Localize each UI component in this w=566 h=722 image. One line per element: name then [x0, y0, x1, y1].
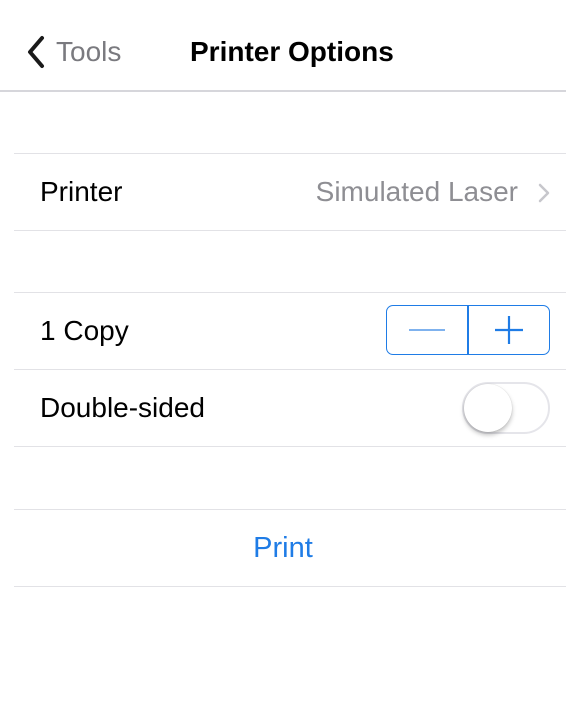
decrement-button[interactable]	[387, 306, 467, 354]
print-button[interactable]: Print	[0, 510, 566, 586]
double-sided-toggle[interactable]	[462, 382, 550, 434]
separator	[14, 586, 566, 587]
plus-icon	[494, 316, 523, 344]
copies-row: 1 Copy	[14, 293, 566, 369]
printer-value: Simulated Laser	[315, 176, 518, 207]
back-button-label: Tools	[56, 36, 122, 67]
printer-options-screen: Tools Printer Options Printer Simulated …	[0, 0, 566, 722]
double-sided-label: Double-sided	[40, 392, 205, 423]
back-button[interactable]: Tools	[24, 32, 121, 72]
separator	[14, 446, 566, 447]
copies-stepper	[386, 305, 550, 355]
increment-button[interactable]	[469, 306, 549, 354]
chevron-left-icon	[28, 36, 44, 68]
copies-label: 1 Copy	[40, 315, 129, 346]
toggle-knob	[464, 384, 512, 432]
separator	[14, 230, 566, 231]
chevron-right-icon	[538, 183, 550, 203]
navigation-bar: Tools Printer Options	[0, 0, 566, 92]
minus-icon	[409, 329, 446, 331]
printer-label: Printer	[40, 176, 123, 207]
double-sided-row: Double-sided	[14, 370, 566, 446]
page-title: Printer Options	[190, 36, 394, 67]
printer-row[interactable]: Printer Simulated Laser	[14, 154, 566, 230]
